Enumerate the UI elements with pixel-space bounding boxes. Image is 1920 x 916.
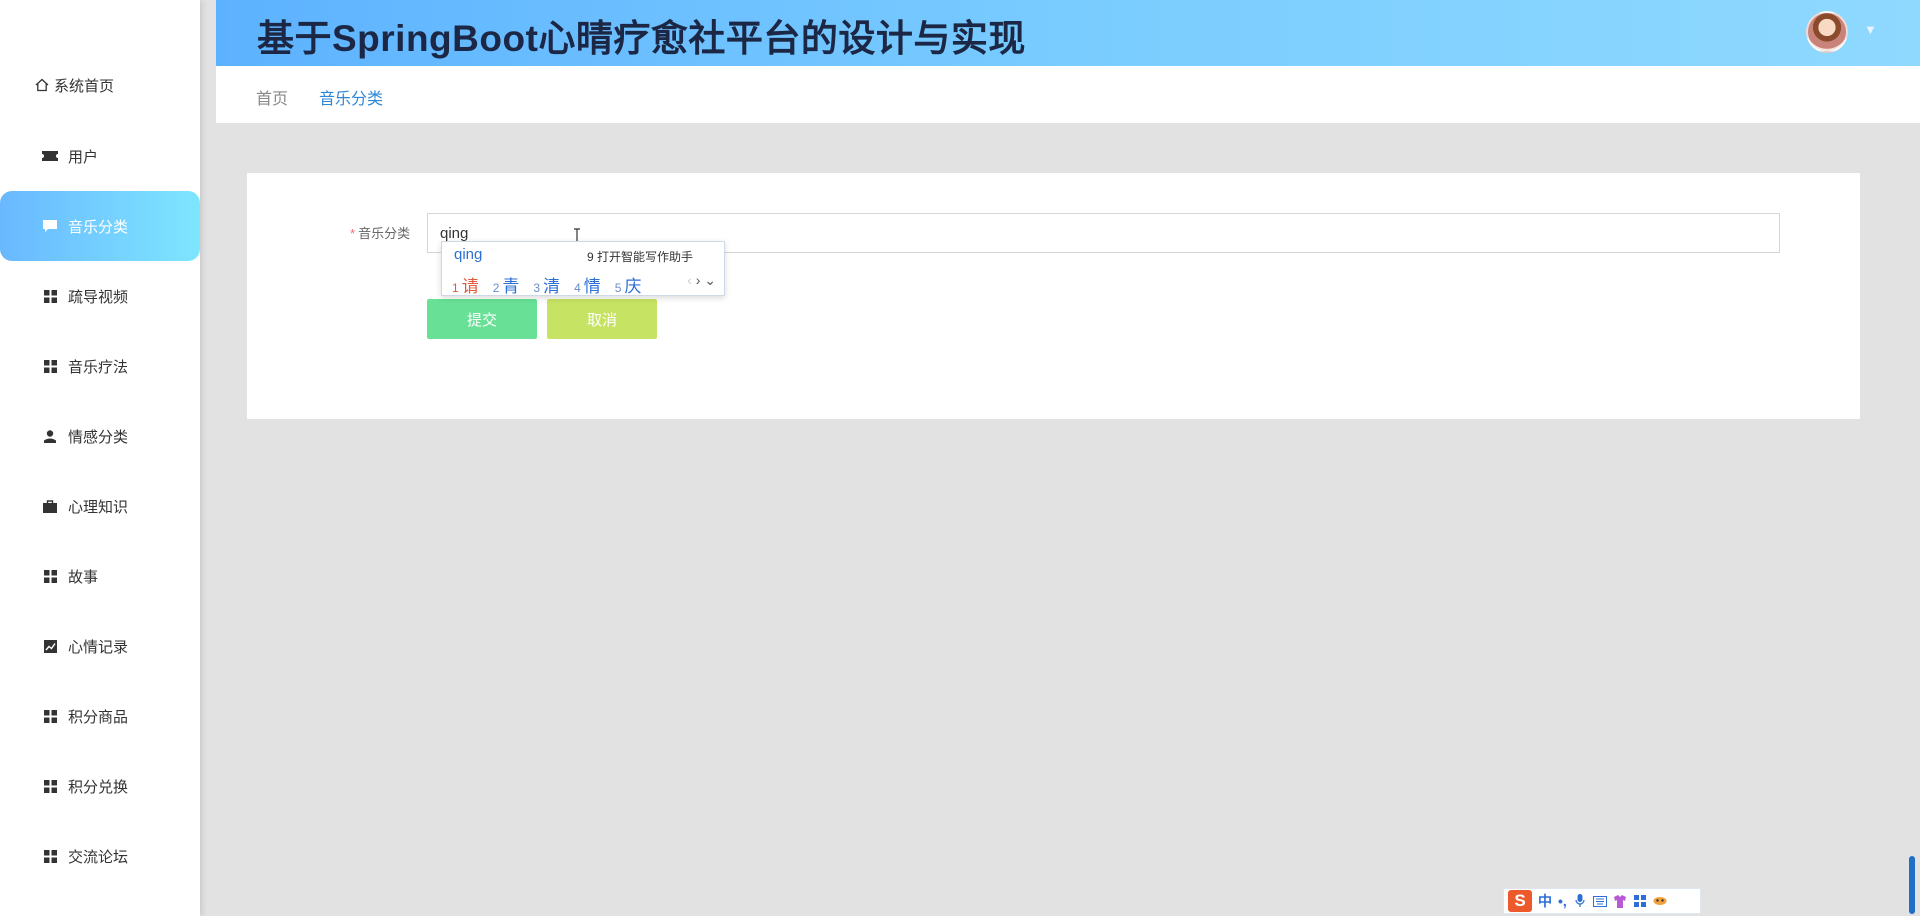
sidebar-item-label: 情感分类 [68,428,129,446]
grid-icon [42,288,58,304]
grid-icon [42,778,58,794]
briefcase-icon [42,498,58,514]
chat-icon [42,218,58,234]
sidebar-item-label: 交流论坛 [68,848,129,866]
ime-candidate[interactable]: 1请 [452,272,479,297]
sidebar-item-psychology[interactable]: 心理知识 [0,471,200,541]
sidebar-item-label: 用户 [68,148,99,166]
chevron-down-icon[interactable]: ▼ [1864,22,1877,37]
ime-toolbar: S 中 •, [1503,888,1701,914]
sidebar-item-label: 积分兑换 [68,778,129,796]
sidebar-item-label: 心情记录 [68,638,129,656]
sidebar-item-music-therapy[interactable]: 音乐疗法 [0,331,200,401]
ime-candidate[interactable]: 4情 [574,272,601,297]
sidebar: 系统首页 用户 音乐分类 疏导视频 音乐疗法 情感分类 心理知识 故事 心情记录… [0,0,200,916]
sidebar-item-label: 音乐疗法 [68,358,129,376]
cancel-button[interactable]: 取消 [547,299,657,339]
sidebar-item-label: 故事 [68,568,99,586]
chevron-down-icon[interactable]: ⌄ [704,272,716,288]
breadcrumb-current: 音乐分类 [319,91,384,108]
user-icon [42,428,58,444]
sidebar-item-label: 积分商品 [68,708,129,726]
top-header: 基于SpringBoot心晴疗愈社平台的设计与实现 ▼ [216,0,1920,66]
ime-mode-toggle[interactable]: 中 [1538,891,1552,911]
sidebar-item-label: 音乐分类 [68,218,129,236]
ime-candidate-popup: qing 9 打开智能写作助手 1请 2青 3清 4情 5庆 ‹ › ⌄ [441,241,725,296]
chart-icon [42,638,58,654]
ai-assistant-icon[interactable] [1653,894,1667,908]
ime-candidate[interactable]: 3清 [533,272,560,297]
sidebar-item-points-exchange[interactable]: 积分兑换 [0,751,200,821]
sidebar-item-forum[interactable]: 交流论坛 [0,821,200,891]
grid-icon [42,568,58,584]
sidebar-item-stories[interactable]: 故事 [0,541,200,611]
ime-pinyin: qing [454,246,483,263]
grid-icon [42,848,58,864]
sidebar-item-music-category[interactable]: 音乐分类 [0,191,200,261]
breadcrumb: 首页 音乐分类 [216,66,1920,123]
ime-candidate[interactable]: 2青 [493,272,520,297]
grid-icon [42,708,58,724]
app-title: 基于SpringBoot心晴疗愈社平台的设计与实现 [257,18,1026,59]
ime-logo-icon[interactable]: S [1508,890,1532,912]
sidebar-item-label: 疏导视频 [68,288,129,306]
home-icon [34,77,50,93]
submit-button[interactable]: 提交 [427,299,537,339]
grid-icon [42,358,58,374]
ticket-icon [42,148,58,164]
ime-punct-toggle[interactable]: •, [1558,893,1567,909]
sidebar-item-emotion-category[interactable]: 情感分类 [0,401,200,471]
required-mark: * [350,226,356,241]
sidebar-item-mood-records[interactable]: 心情记录 [0,611,200,681]
sidebar-item-points-products[interactable]: 积分商品 [0,681,200,751]
avatar[interactable] [1806,11,1848,53]
scrollbar-thumb[interactable] [1909,856,1915,914]
sidebar-item-guidance-videos[interactable]: 疏导视频 [0,261,200,331]
breadcrumb-home[interactable]: 首页 [256,85,288,109]
apps-grid-icon[interactable] [1633,894,1647,908]
ime-candidate[interactable]: 5庆 [615,272,642,297]
microphone-icon[interactable] [1573,894,1587,908]
ime-page-nav[interactable]: ‹ › ⌄ [687,272,716,289]
ime-writing-assistant[interactable]: 9 打开智能写作助手 [587,248,693,265]
ime-candidate-list: 1请 2青 3清 4情 5庆 [452,272,641,297]
sidebar-item-label: 系统首页 [54,77,115,95]
sidebar-item-home[interactable]: 系统首页 [0,50,200,120]
music-category-label: * 音乐分类 [350,226,411,241]
chevron-right-icon[interactable]: › [696,272,701,288]
skin-icon[interactable] [1613,894,1627,908]
sidebar-item-label: 心理知识 [68,498,129,516]
sidebar-item-users[interactable]: 用户 [0,121,200,191]
keyboard-icon[interactable] [1592,894,1607,908]
chevron-left-icon[interactable]: ‹ [687,272,692,288]
